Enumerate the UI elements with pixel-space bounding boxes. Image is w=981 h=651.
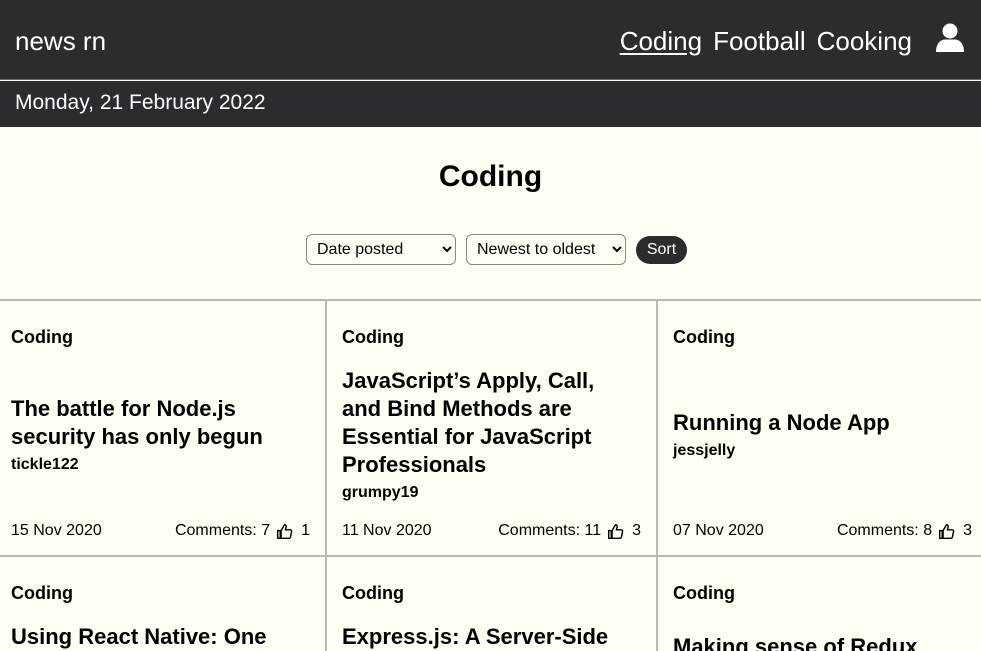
date-bar: Monday, 21 February 2022 — [0, 81, 981, 127]
article-date: 11 Nov 2020 — [342, 522, 432, 539]
sort-order-select[interactable]: Newest to oldest — [466, 234, 626, 265]
article-date: 15 Nov 2020 — [11, 522, 102, 539]
article-title[interactable]: JavaScript’s Apply, Call, and Bind Metho… — [342, 367, 632, 479]
nav-link-cooking[interactable]: Cooking — [817, 24, 912, 58]
comment-count: Comments: 8 — [836, 522, 933, 539]
page-title: Coding — [438, 160, 543, 193]
article-stats: Comments: 7 1 — [175, 521, 310, 541]
comment-count: Comments: 11 — [498, 522, 602, 539]
article-author[interactable]: jessjelly — [673, 441, 735, 461]
article-topic: Coding — [342, 583, 404, 603]
article-card[interactable]: Coding Using React Native: One — [0, 557, 325, 651]
user-icon[interactable] — [936, 23, 964, 53]
article-author[interactable]: grumpy19 — [342, 483, 418, 503]
article-stats: Comments: 8 3 — [837, 521, 972, 541]
sort-button[interactable]: Sort — [636, 236, 687, 264]
top-navbar: news rn Coding Football Cooking — [0, 0, 981, 80]
nav-link-football[interactable]: Football — [713, 24, 806, 58]
article-title[interactable]: Using React Native: One — [11, 623, 301, 651]
thumbs-up-icon[interactable] — [276, 523, 293, 540]
nav-link-coding[interactable]: Coding — [620, 24, 702, 58]
article-date: 07 Nov 2020 — [673, 522, 764, 539]
article-topic: Coding — [11, 327, 73, 347]
article-card[interactable]: Coding The battle for Node.js security h… — [0, 301, 325, 555]
topic-nav: Coding Football Cooking — [620, 24, 912, 58]
thumbs-up-icon[interactable] — [938, 523, 955, 540]
article-topic: Coding — [342, 327, 404, 347]
article-title[interactable]: Express.js: A Server-Side — [342, 623, 632, 651]
article-title[interactable]: Running a Node App — [673, 409, 963, 437]
vote-count: 3 — [963, 522, 972, 539]
current-date: Monday, 21 February 2022 — [15, 91, 266, 114]
thumbs-up-icon[interactable] — [607, 523, 624, 540]
site-brand[interactable]: news rn — [15, 24, 106, 58]
article-title[interactable]: The battle for Node.js security has only… — [11, 395, 301, 451]
article-card[interactable]: Coding JavaScript’s Apply, Call, and Bin… — [327, 301, 656, 555]
sort-field-select[interactable]: Date posted — [306, 234, 456, 265]
article-stats: Comments: 11 3 — [498, 521, 641, 541]
article-topic: Coding — [673, 583, 735, 603]
article-topic: Coding — [673, 327, 735, 347]
article-card[interactable]: Coding Running a Node App jessjelly 07 N… — [658, 301, 981, 555]
article-card[interactable]: Coding Express.js: A Server-Side — [327, 557, 656, 651]
article-topic: Coding — [11, 583, 73, 603]
vote-count: 1 — [301, 522, 310, 539]
article-title[interactable]: Making sense of Redux — [673, 633, 963, 651]
article-card[interactable]: Coding Making sense of Redux — [658, 557, 981, 651]
comment-count: Comments: 7 — [174, 522, 271, 539]
article-author[interactable]: tickle122 — [11, 455, 79, 475]
vote-count: 3 — [632, 522, 641, 539]
